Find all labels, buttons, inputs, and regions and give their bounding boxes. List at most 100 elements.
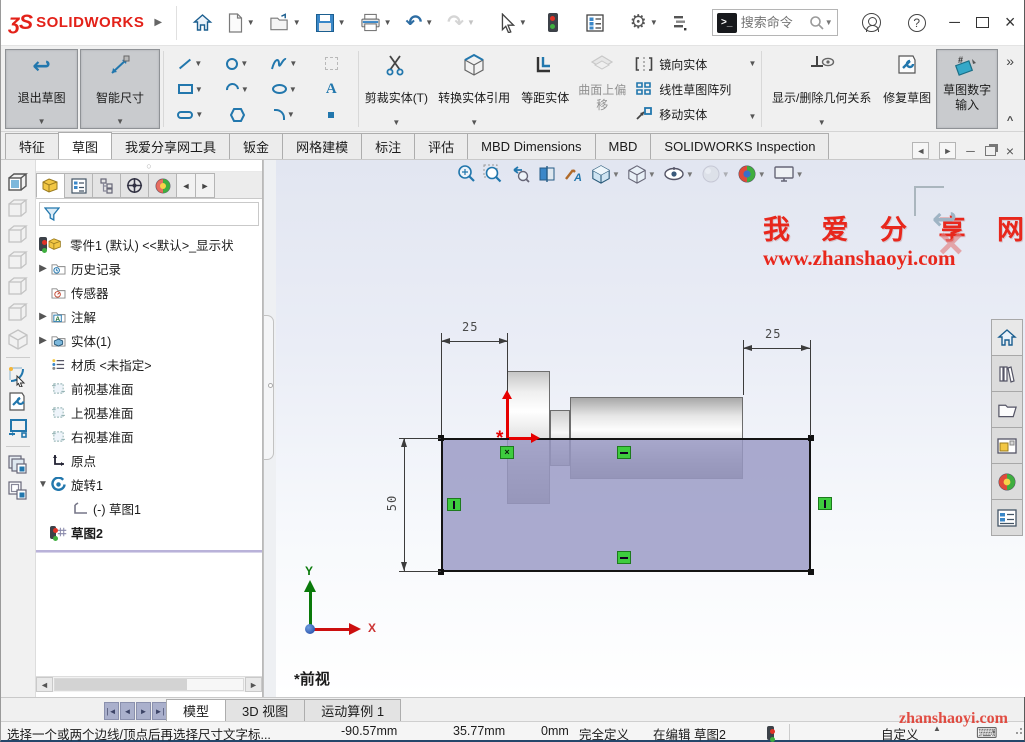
expand-arrow-icon[interactable]: ▶ bbox=[36, 263, 50, 274]
new-sketch-button[interactable] bbox=[5, 363, 31, 389]
minimize-button[interactable]: ─ bbox=[941, 6, 969, 40]
tree-item-sketch1[interactable]: (-) 草图1 bbox=[36, 496, 262, 520]
dropdown-caret-icon[interactable]: ▼ bbox=[384, 18, 392, 27]
repair-sketch-dock-button[interactable] bbox=[5, 389, 31, 415]
smart-dimension-button[interactable]: 智能尺寸 ▼ bbox=[80, 49, 160, 129]
home-button[interactable] bbox=[188, 7, 217, 39]
new-document-button[interactable]: ▼ bbox=[223, 7, 259, 39]
dropdown-caret-icon[interactable]: ▼ bbox=[749, 112, 757, 121]
rollback-bar[interactable] bbox=[36, 550, 262, 552]
dropdown-caret-icon[interactable]: ▼ bbox=[293, 18, 301, 27]
tree-root[interactable]: 零件1 (默认) <<默认>_显示状 bbox=[36, 232, 262, 256]
dropdown-caret-icon[interactable]: ▼ bbox=[338, 18, 346, 27]
tree-item-revolve1[interactable]: ▼ 旋转1 bbox=[36, 472, 262, 496]
display-manager-tab[interactable] bbox=[148, 173, 177, 198]
sketch-vertex[interactable] bbox=[808, 569, 814, 575]
display-delete-relations-button[interactable]: 显示/删除几何关系 ▼ bbox=[765, 49, 878, 129]
view-cube-button[interactable] bbox=[5, 222, 31, 248]
expand-arrow-icon[interactable]: ▶ bbox=[36, 335, 50, 346]
paste-appearance-button[interactable] bbox=[5, 478, 31, 504]
rebuild-button[interactable] bbox=[544, 7, 562, 39]
undo-button[interactable]: ↶ ▼ bbox=[401, 7, 437, 39]
panel-tab-scroll-left[interactable]: ◄ bbox=[176, 173, 196, 198]
motion-study-tab[interactable]: 运动算例 1 bbox=[304, 699, 401, 721]
tab-sketch[interactable]: 草图 bbox=[58, 132, 112, 159]
panel-tab-scroll-right[interactable]: ► bbox=[195, 173, 215, 198]
dropdown-caret-icon[interactable]: ▼ bbox=[818, 118, 826, 128]
sketch-vertex[interactable] bbox=[438, 569, 444, 575]
ellipse-tool[interactable]: ▼ bbox=[261, 77, 308, 102]
tree-item-right-plane[interactable]: 右视基准面 bbox=[36, 424, 262, 448]
xpress-tools-button[interactable] bbox=[668, 7, 691, 39]
view-cube-button[interactable] bbox=[5, 196, 31, 222]
command-search[interactable]: >_ ▼ bbox=[712, 9, 838, 36]
horizontal-relation-badge[interactable] bbox=[617, 446, 631, 459]
polygon-tool[interactable] bbox=[214, 102, 261, 127]
collapse-arrow-icon[interactable]: ▼ bbox=[36, 479, 50, 490]
model-tab[interactable]: 模型 bbox=[166, 699, 226, 721]
splitter-handle-icon[interactable] bbox=[268, 383, 273, 388]
tab-mbd-dimensions[interactable]: MBD Dimensions bbox=[467, 133, 595, 159]
graphics-viewport[interactable]: A ▼ ▼ ▼ ▼ ▼ ▼ bbox=[276, 160, 1025, 697]
exit-sketch-button[interactable]: ↩ 退出草图 ▼ bbox=[5, 49, 78, 129]
tab-annotation[interactable]: 标注 bbox=[361, 133, 415, 159]
slot-tool[interactable]: ▼ bbox=[167, 102, 214, 127]
resize-grip[interactable] bbox=[1012, 724, 1022, 734]
move-entities-button[interactable]: 移动实体 bbox=[631, 102, 746, 126]
dropdown-caret-icon[interactable]: ▼ bbox=[650, 18, 658, 27]
close-button[interactable]: × bbox=[996, 6, 1024, 40]
ribbon-collapse-button[interactable]: ^ bbox=[1007, 115, 1013, 127]
tab-mesh-modeling[interactable]: 网格建模 bbox=[282, 133, 362, 159]
print-button[interactable]: ▼ bbox=[356, 7, 396, 39]
dimension-value[interactable]: 25 bbox=[765, 327, 781, 341]
select-button[interactable]: ▼ bbox=[496, 7, 531, 39]
tab-inspection[interactable]: SOLIDWORKS Inspection bbox=[650, 133, 829, 159]
line-tool[interactable]: ▼ bbox=[167, 51, 214, 76]
tab-share-tools[interactable]: 我爱分享网工具 bbox=[111, 133, 230, 159]
tree-item-material[interactable]: 材质 <未指定> bbox=[36, 352, 262, 376]
origin-star-icon[interactable]: * bbox=[496, 428, 503, 450]
point-tool[interactable] bbox=[308, 102, 355, 127]
repair-sketch-button[interactable]: 修复草图 ▼ bbox=[878, 49, 936, 129]
spline-tool[interactable]: ▼ bbox=[261, 51, 308, 76]
dimension-line[interactable] bbox=[743, 348, 810, 349]
display-manager-button[interactable] bbox=[581, 7, 609, 39]
dimension-line[interactable] bbox=[441, 341, 508, 342]
tree-item-sketch2[interactable]: 草图2 bbox=[36, 520, 262, 544]
pane-back-icon[interactable]: ◄ bbox=[912, 142, 929, 159]
dropdown-caret-icon[interactable]: ▼ bbox=[38, 117, 46, 127]
view-cube-button[interactable] bbox=[5, 300, 31, 326]
tree-item-solid-bodies[interactable]: ▶ 实体(1) bbox=[36, 328, 262, 352]
3d-views-tab[interactable]: 3D 视图 bbox=[225, 699, 305, 721]
maximize-button[interactable] bbox=[968, 6, 996, 40]
text-tool[interactable]: A bbox=[308, 77, 355, 102]
prev-tab-icon[interactable]: ◄ bbox=[120, 702, 135, 720]
menu-flyout-icon[interactable]: ▶ bbox=[154, 17, 162, 28]
dropdown-caret-icon[interactable]: ▼ bbox=[470, 118, 478, 128]
redo-button[interactable]: ↷ ▼ bbox=[443, 7, 479, 39]
circle-tool[interactable]: ▼ bbox=[214, 51, 261, 76]
file-explorer-button[interactable] bbox=[991, 391, 1023, 428]
expand-arrow-icon[interactable]: ▶ bbox=[36, 311, 50, 322]
tree-item-annotations[interactable]: ▶ A 注解 bbox=[36, 304, 262, 328]
view-cube-active-button[interactable] bbox=[5, 170, 31, 196]
dropdown-caret-icon[interactable]: ▼ bbox=[392, 118, 400, 128]
help-button[interactable]: ? bbox=[904, 7, 930, 39]
convert-entities-button[interactable]: 转换实体引用 ▼ bbox=[431, 49, 517, 129]
dropdown-caret-icon[interactable]: ▼ bbox=[247, 18, 255, 27]
scroll-thumb[interactable] bbox=[55, 679, 187, 690]
panel-horizontal-scrollbar[interactable]: ◄ ► bbox=[36, 676, 262, 692]
sketch-vertex[interactable] bbox=[808, 435, 814, 441]
sketch-numeric-input-button[interactable]: # 草图数字输入 ▼ bbox=[936, 49, 998, 129]
trim-entities-button[interactable]: 剪裁实体(T) ▼ bbox=[362, 49, 431, 129]
horizontal-relation-badge[interactable] bbox=[617, 551, 631, 564]
custom-properties-button[interactable] bbox=[991, 499, 1023, 536]
view-cube-iso-button[interactable] bbox=[5, 326, 31, 352]
tab-evaluate[interactable]: 评估 bbox=[414, 133, 468, 159]
tree-item-origin[interactable]: 原点 bbox=[36, 448, 262, 472]
rectangle-tool[interactable]: ▼ bbox=[167, 77, 214, 102]
dropdown-caret-icon[interactable]: ▼ bbox=[519, 18, 527, 27]
pane-close-icon[interactable]: × bbox=[1006, 143, 1014, 159]
panel-handle[interactable]: ○ bbox=[36, 160, 262, 172]
search-input[interactable] bbox=[741, 15, 809, 30]
